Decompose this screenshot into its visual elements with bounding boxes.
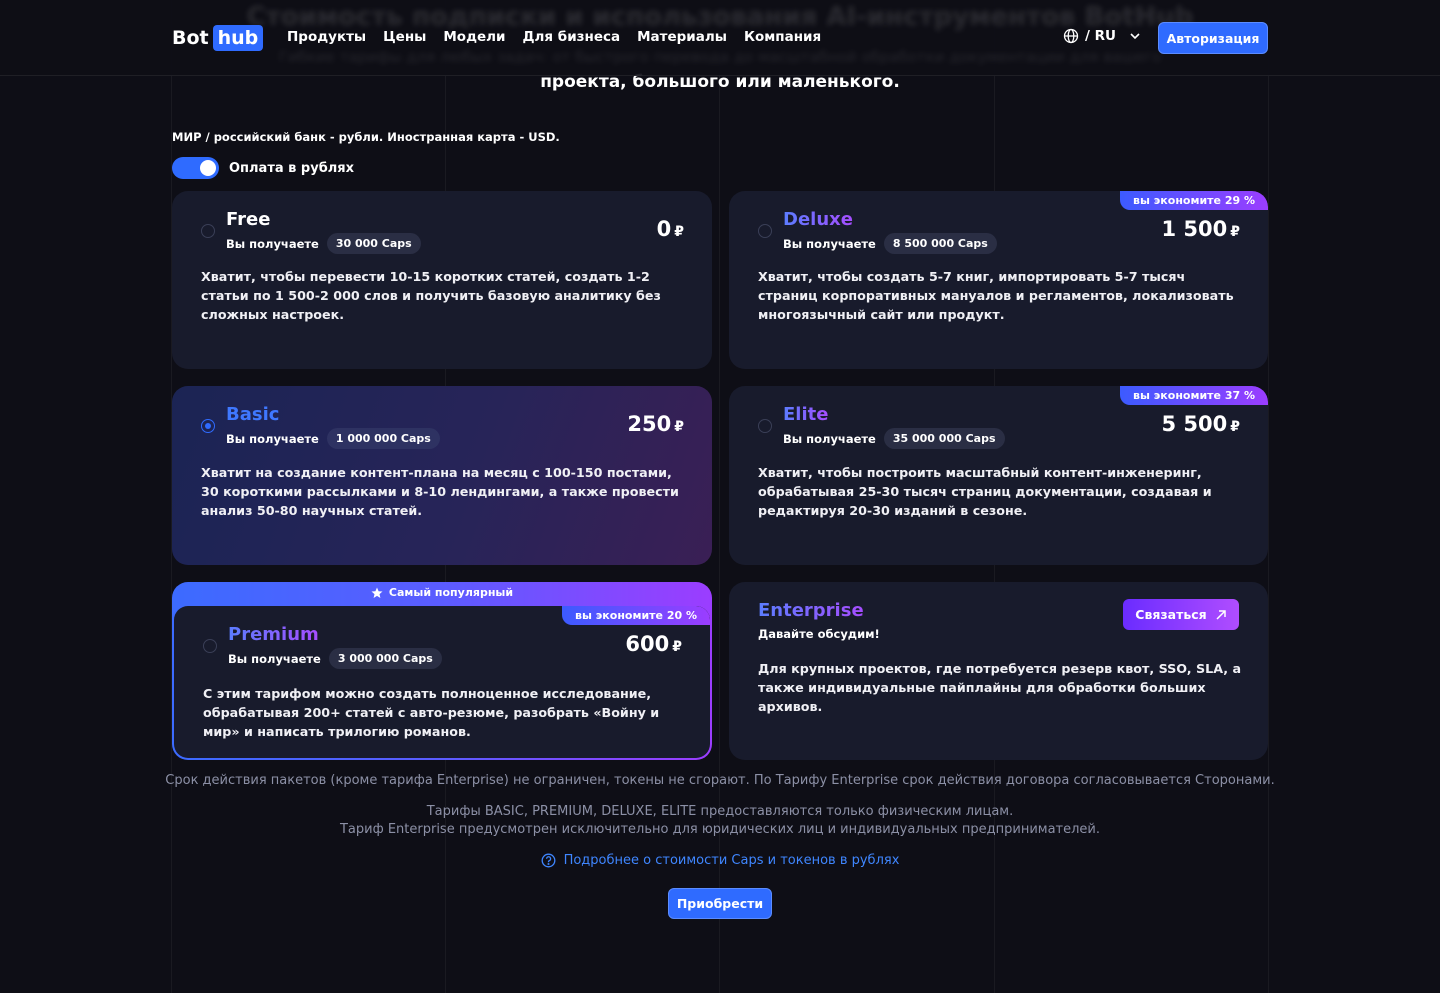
currency-toggle-row: Оплата в рублях (172, 157, 354, 179)
savings-badge: вы экономите 20 % (562, 606, 710, 625)
individuals-note: Тарифы BASIC, PREMIUM, DELUXE, ELITE пре… (426, 804, 1014, 819)
plan-card-enterprise: Enterprise Давайте обсудим! Связаться Дл… (729, 582, 1268, 760)
purchase-button[interactable]: Приобрести (668, 888, 772, 919)
plan-radio-basic[interactable] (201, 419, 215, 433)
contact-button[interactable]: Связаться (1123, 599, 1239, 630)
caps-amount: 35 000 000 Caps (883, 428, 1005, 449)
most-popular-banner: Самый популярный (172, 586, 712, 599)
caps-amount: 1 000 000 Caps (326, 428, 440, 449)
currency-symbol: ₽ (1230, 224, 1240, 240)
plan-description: Хватит, чтобы построить масштабный конте… (758, 465, 1212, 518)
caps-pricing-link-label: Подробнее о стоимости Caps и токенов в р… (563, 853, 900, 868)
plan-card-elite[interactable]: вы экономите 37 % Elite Вы получаете 35 … (729, 386, 1268, 565)
plan-price: 250 ₽ (627, 412, 684, 436)
legal-entities-note: Тариф Enterprise предусмотрен исключител… (339, 822, 1101, 837)
plan-description: Хватит, чтобы перевести 10-15 коротких с… (201, 269, 661, 322)
plan-caps-row: Вы получаете 35 000 000 Caps (783, 428, 1005, 449)
plan-caps-row: Вы получаете 1 000 000 Caps (226, 428, 440, 449)
plan-name: Elite (783, 404, 829, 425)
plan-radio-elite[interactable] (758, 419, 772, 433)
plan-caps-row: Вы получаете 8 500 000 Caps (783, 233, 997, 254)
plan-radio-free[interactable] (201, 224, 215, 238)
price-value: 1 500 (1161, 217, 1228, 241)
star-icon (371, 587, 383, 598)
savings-badge: вы экономите 37 % (1120, 386, 1268, 405)
plan-price: 1 500 ₽ (1161, 217, 1240, 241)
plan-card-premium[interactable]: Самый популярный вы экономите 20 % Premi… (172, 582, 712, 760)
language-label: / RU (1085, 28, 1116, 44)
nav-models[interactable]: Модели (443, 29, 505, 45)
savings-badge: вы экономите 29 % (1120, 191, 1268, 210)
plan-description: Для крупных проектов, где потребуется ре… (758, 661, 1242, 714)
price-value: 250 (627, 412, 672, 436)
validity-note: Срок действия пакетов (кроме тарифа Ente… (165, 773, 1275, 788)
plan-price: 0 ₽ (657, 217, 684, 241)
plan-name: Premium (228, 624, 319, 645)
bothub-logo[interactable]: Bot hub (172, 25, 264, 51)
plan-price: 600 ₽ (625, 632, 682, 656)
toggle-knob (200, 160, 216, 176)
caps-label: Вы получаете (783, 431, 876, 446)
plan-description: Хватит, чтобы создать 5-7 книг, импортир… (758, 269, 1234, 322)
plan-description: Хватит на создание контент-плана на меся… (201, 465, 679, 518)
contact-label: Связаться (1135, 607, 1207, 622)
currency-symbol: ₽ (674, 224, 684, 240)
chevron-down-icon (1130, 33, 1140, 40)
nav-materials[interactable]: Материалы (637, 29, 727, 45)
currency-symbol: ₽ (672, 639, 682, 655)
currency-symbol: ₽ (674, 419, 684, 435)
plan-description: С этим тарифом можно создать полноценное… (203, 686, 660, 739)
language-selector[interactable]: / RU (1063, 28, 1142, 44)
rub-payment-toggle[interactable] (172, 157, 219, 179)
plan-name: Enterprise (758, 600, 864, 621)
nav-products[interactable]: Продукты (287, 29, 366, 45)
main-nav: Продукты Цены Модели Для бизнеса Материа… (287, 29, 821, 45)
enterprise-tagline: Давайте обсудим! (758, 627, 880, 641)
top-navbar: Стоимость подписки и использования AI-ин… (0, 0, 1440, 76)
caps-pricing-link[interactable]: Подробнее о стоимости Caps и токенов в р… (0, 853, 1440, 868)
price-value: 600 (625, 632, 670, 656)
plan-caps-row: Вы получаете 30 000 Caps (226, 233, 421, 254)
rub-payment-label: Оплата в рублях (229, 160, 355, 176)
currency-symbol: ₽ (1230, 419, 1240, 435)
caps-label: Вы получаете (226, 236, 319, 251)
logo-text-bot: Bot (172, 27, 209, 49)
plan-name: Basic (226, 404, 280, 425)
nav-company[interactable]: Компания (744, 29, 821, 45)
caps-label: Вы получаете (783, 236, 876, 251)
plan-radio-premium[interactable] (203, 639, 217, 653)
payment-note: МИР / российский банк - рубли. Иностранн… (172, 130, 560, 144)
arrow-up-right-icon (1216, 609, 1226, 620)
login-button[interactable]: Авторизация (1158, 22, 1268, 54)
caps-label: Вы получаете (228, 651, 321, 666)
price-value: 5 500 (1161, 412, 1228, 436)
plan-card-basic[interactable]: Basic Вы получаете 1 000 000 Caps 250 ₽ Х… (172, 386, 712, 565)
caps-amount: 8 500 000 Caps (883, 233, 997, 254)
plan-card-free[interactable]: Free Вы получаете 30 000 Caps 0 ₽ Хватит,… (172, 191, 712, 369)
plan-name: Deluxe (783, 209, 853, 230)
nav-business[interactable]: Для бизнеса (522, 29, 620, 45)
caps-label: Вы получаете (226, 431, 319, 446)
premium-card-body: вы экономите 20 % Premium Вы получаете 3… (174, 606, 710, 758)
logo-text-hub: hub (212, 25, 264, 51)
plan-card-deluxe[interactable]: вы экономите 29 % Deluxe Вы получаете 8 … (729, 191, 1268, 369)
price-value: 0 (656, 217, 672, 241)
plan-price: 5 500 ₽ (1161, 412, 1240, 436)
plan-radio-deluxe[interactable] (758, 224, 772, 238)
plan-name: Free (226, 209, 271, 230)
nav-prices[interactable]: Цены (383, 29, 426, 45)
caps-amount: 3 000 000 Caps (328, 648, 442, 669)
caps-amount: 30 000 Caps (326, 233, 421, 254)
globe-icon (1063, 28, 1079, 44)
most-popular-label: Самый популярный (388, 586, 514, 599)
plan-caps-row: Вы получаете 3 000 000 Caps (228, 648, 442, 669)
question-circle-icon (541, 853, 556, 868)
